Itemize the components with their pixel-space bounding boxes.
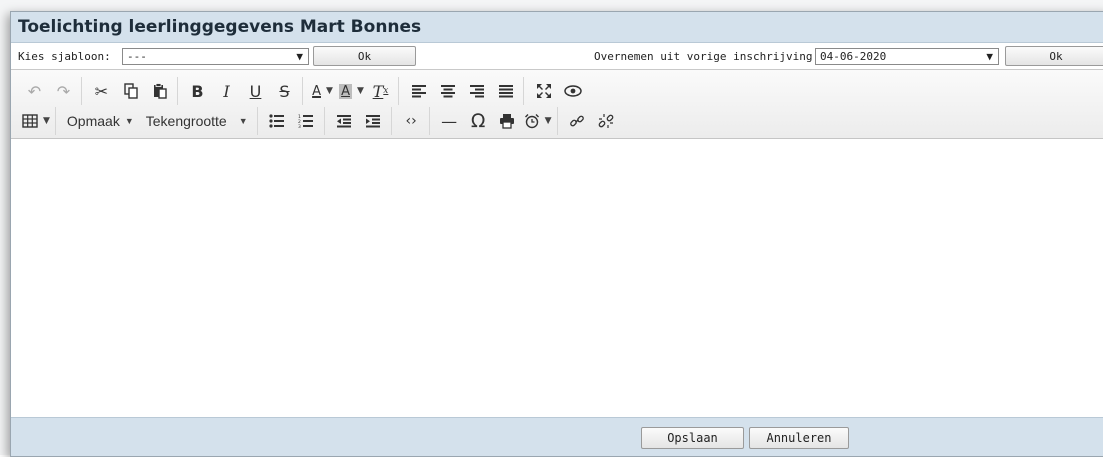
- underline-icon[interactable]: U: [241, 78, 270, 104]
- indent-icon[interactable]: [359, 108, 388, 134]
- source-group: ‹›: [394, 107, 430, 135]
- outdent-icon[interactable]: [330, 108, 359, 134]
- dialog-title: Toelichting leerlinggegevens Mart Bonnes: [18, 17, 422, 37]
- undo-icon[interactable]: ↶: [20, 78, 49, 104]
- strikethrough-icon[interactable]: S: [270, 78, 299, 104]
- text-style-group: B I U S: [180, 77, 303, 105]
- template-label: Kies sjabloon:: [18, 49, 111, 63]
- copy-previous-label: Overnemen uit vorige inschrijving:: [594, 49, 820, 63]
- clear-formatting-icon[interactable]: Tx: [366, 78, 395, 104]
- toolbar-row-2: ▼ Opmaak ▼ Tekengrootte ▼ 123 ‹› — Ω ▼: [17, 106, 626, 136]
- align-right-icon[interactable]: [462, 78, 491, 104]
- remark-dialog: Toelichting leerlinggegevens Mart Bonnes…: [10, 11, 1103, 457]
- format-dropdown-label: Opmaak: [66, 113, 120, 129]
- list-group: 123: [260, 107, 325, 135]
- horizontal-rule-icon[interactable]: —: [435, 108, 464, 134]
- paste-icon[interactable]: [145, 78, 174, 104]
- template-ok-button[interactable]: Ok: [313, 46, 416, 66]
- indent-group: [327, 107, 392, 135]
- redo-icon[interactable]: ↷: [49, 78, 78, 104]
- insert-group: — Ω ▼: [432, 107, 558, 135]
- bold-icon[interactable]: B: [183, 78, 212, 104]
- color-group: A ▼ A ▼ Tx: [305, 77, 399, 105]
- previous-enrollment-select[interactable]: 04-06-2020 ▼: [815, 47, 999, 65]
- table-group: ▼: [17, 107, 56, 135]
- source-code-icon[interactable]: ‹›: [397, 108, 426, 134]
- unlink-icon[interactable]: [592, 108, 621, 134]
- numbered-list-icon[interactable]: 123: [292, 108, 321, 134]
- template-select-value: ---: [127, 49, 147, 63]
- rich-text-editor: ↶ ↷ ✂ B I U S A ▼ A ▼ T x ▼ Opmaak ▼ Tek…: [11, 69, 1103, 416]
- format-dropdown[interactable]: Opmaak ▼: [61, 108, 140, 134]
- history-group: ↶ ↷: [17, 77, 82, 105]
- cancel-button[interactable]: Annuleren: [749, 427, 849, 449]
- chevron-down-icon: ▼: [986, 49, 993, 63]
- toolbar-row-1: ↶ ↷ ✂ B I U S A ▼ A ▼ T x: [17, 76, 592, 106]
- align-center-icon[interactable]: [433, 78, 462, 104]
- dialog-footer: Opslaan Annuleren: [11, 417, 1103, 456]
- background-color-icon[interactable]: A ▼: [337, 78, 366, 104]
- chevron-down-icon: ▼: [296, 49, 303, 63]
- italic-icon[interactable]: I: [212, 78, 241, 104]
- table-icon[interactable]: ▼: [20, 108, 52, 134]
- font-size-dropdown[interactable]: Tekengrootte ▼: [140, 108, 254, 134]
- link-group: [560, 107, 624, 135]
- format-group: Opmaak ▼ Tekengrootte ▼: [58, 107, 258, 135]
- template-select[interactable]: --- ▼: [122, 47, 309, 65]
- copy-ok-button[interactable]: Ok: [1005, 46, 1103, 66]
- bullet-list-icon[interactable]: [263, 108, 292, 134]
- previous-enrollment-value: 04-06-2020: [820, 49, 887, 63]
- align-justify-icon[interactable]: [491, 78, 520, 104]
- preview-eye-icon[interactable]: [558, 78, 587, 104]
- font-size-dropdown-label: Tekengrootte: [145, 113, 227, 129]
- align-left-icon[interactable]: [404, 78, 433, 104]
- view-group: [526, 77, 590, 105]
- special-character-icon[interactable]: Ω: [464, 108, 493, 134]
- editor-content-area[interactable]: [11, 139, 1103, 404]
- cut-icon[interactable]: ✂: [87, 78, 116, 104]
- align-group: [401, 77, 524, 105]
- text-color-icon[interactable]: A ▼: [308, 78, 337, 104]
- clipboard-group: ✂: [84, 77, 178, 105]
- dialog-title-bar: Toelichting leerlinggegevens Mart Bonnes: [11, 12, 1103, 43]
- alarm-clock-icon[interactable]: ▼: [522, 108, 554, 134]
- print-icon[interactable]: [493, 108, 522, 134]
- link-icon[interactable]: [563, 108, 592, 134]
- fullscreen-icon[interactable]: [529, 78, 558, 104]
- template-row: Kies sjabloon: --- ▼ Ok Overnemen uit vo…: [11, 43, 1103, 69]
- svg-text:3: 3: [298, 124, 301, 128]
- copy-icon[interactable]: [116, 78, 145, 104]
- save-button[interactable]: Opslaan: [641, 427, 744, 449]
- editor-toolbar: ↶ ↷ ✂ B I U S A ▼ A ▼ T x ▼ Opmaak ▼ Tek…: [11, 70, 1103, 139]
